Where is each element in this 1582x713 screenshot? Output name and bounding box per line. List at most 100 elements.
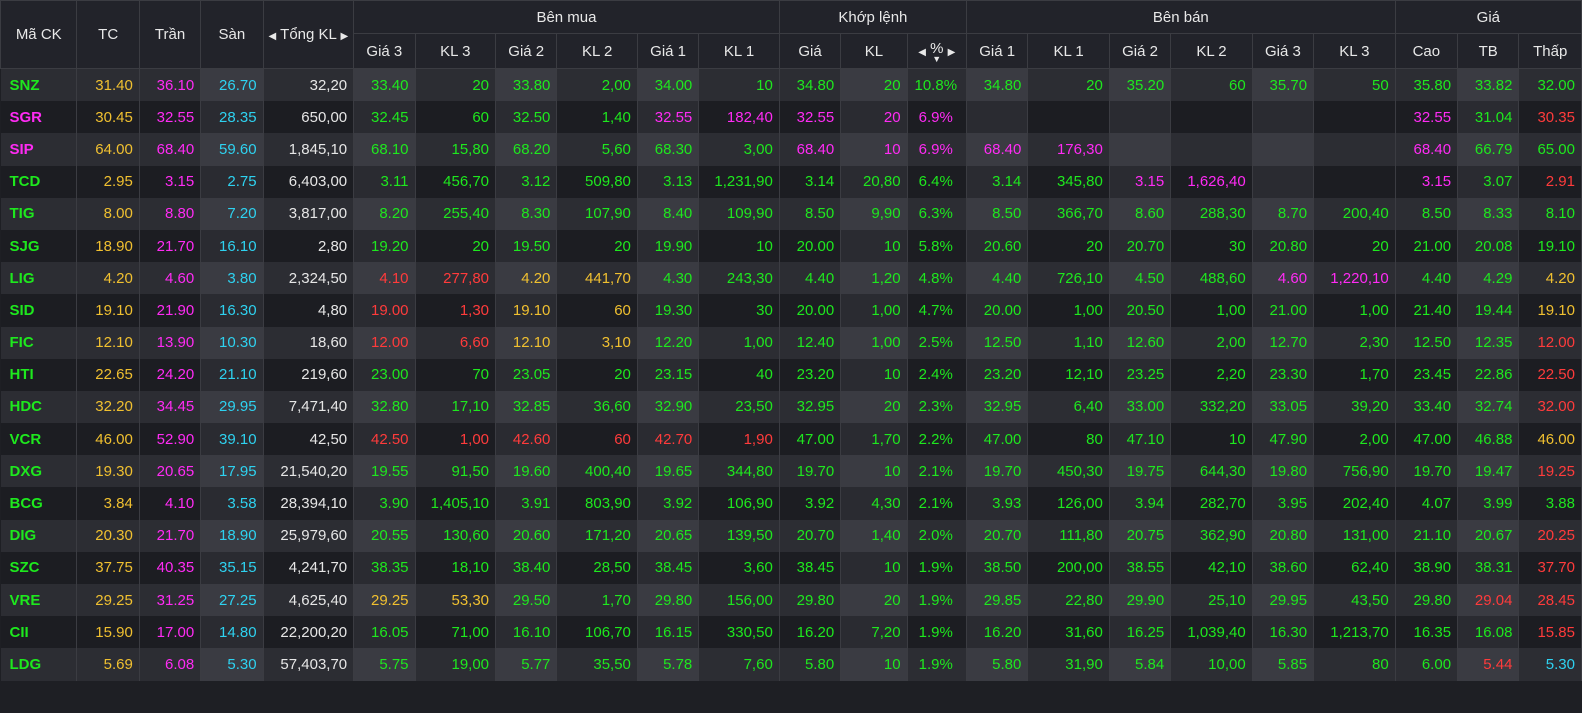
cell-symbol[interactable]: DIG <box>0 519 78 552</box>
cell-sell-vol-3: 756,90 <box>1313 455 1396 488</box>
cell-match-volume: 10 <box>840 551 908 584</box>
table-row[interactable]: DIG 20.30 21.70 18.90 25,979,60 20.55 130,60 20… <box>0 519 1582 552</box>
col-buy-3[interactable]: Giá 2 <box>495 33 558 69</box>
col-tc[interactable]: TC <box>76 0 140 69</box>
cell-sell-price-3: 35.70 <box>1252 68 1315 102</box>
cell-match-price: 19.70 <box>779 455 842 488</box>
col-price-1[interactable]: Cao <box>1394 33 1459 69</box>
cell-symbol[interactable]: BCG <box>0 487 78 520</box>
cell-symbol[interactable]: FIC <box>0 326 78 359</box>
table-row[interactable]: SID 19.10 21.90 16.30 4,80 19.00 1,30 19.10 60 19… <box>0 294 1582 327</box>
cell-avg: 22.86 <box>1457 358 1520 391</box>
cell-symbol[interactable]: CII <box>0 616 78 649</box>
triangle-right-icon[interactable]: ▶ <box>948 47 956 58</box>
table-row[interactable]: VRE 29.25 31.25 27.25 4,625,40 29.25 53,30 29.5… <box>0 584 1582 617</box>
cell-symbol[interactable]: TIG <box>0 197 78 230</box>
cell-sell-vol-1: 111,80 <box>1027 519 1110 552</box>
col-san[interactable]: Sàn <box>200 0 264 69</box>
cell-buy-vol-3: 15,80 <box>415 133 497 166</box>
table-row[interactable]: SGR 30.45 32.55 28.35 650,00 32.45 60 32.50 1,40… <box>0 101 1582 134</box>
cell-symbol[interactable]: SJG <box>0 229 78 263</box>
col-sell-1[interactable]: Giá 1 <box>965 33 1029 69</box>
col-tong-kl[interactable]: ◀ Tổng KL ▶ <box>262 0 355 69</box>
cell-sell-vol-1: 726,10 <box>1027 262 1110 295</box>
cell-buy-price-3: 23.00 <box>353 358 416 391</box>
cell-sell-price-2: 23.25 <box>1109 358 1172 391</box>
table-row[interactable]: SNZ 31.40 36.10 26.70 32,20 33.40 20 33.80 2,00 3… <box>0 68 1582 102</box>
col-buy-5[interactable]: Giá 1 <box>636 33 700 69</box>
col-price-2[interactable]: TB <box>1457 33 1520 69</box>
cell-symbol[interactable]: SID <box>0 294 78 327</box>
cell-sell-vol-2: 60 <box>1170 68 1253 102</box>
cell-symbol[interactable]: LIG <box>0 262 78 295</box>
cell-buy-vol-2: 106,70 <box>556 616 638 649</box>
table-row[interactable]: HTI 22.65 24.20 21.10 219,60 23.00 70 23.05 20 23… <box>0 358 1582 391</box>
cell-low: 30.35 <box>1518 101 1582 134</box>
table-row[interactable]: LIG 4.20 4.60 3.80 2,324,50 4.10 277,80 4.20 441… <box>0 262 1582 295</box>
col-sell-5[interactable]: Giá 3 <box>1251 33 1315 69</box>
cell-sell-price-1: 20.70 <box>966 519 1029 552</box>
col-match-volume[interactable]: KL <box>840 33 908 69</box>
cell-match-percent: 1.9% <box>907 616 967 649</box>
cell-buy-price-2: 3.12 <box>495 165 558 198</box>
table-row[interactable]: LDG 5.69 6.08 5.30 57,403,70 5.75 19,00 5.77 35,… <box>0 648 1582 681</box>
col-buy-1[interactable]: Giá 3 <box>353 33 416 69</box>
cell-tran: 24.20 <box>139 358 202 391</box>
cell-sell-vol-2 <box>1170 101 1253 134</box>
cell-symbol[interactable]: LDG <box>0 648 78 681</box>
cell-symbol[interactable]: SZC <box>0 551 78 584</box>
cell-buy-vol-3: 255,40 <box>415 197 497 230</box>
cell-symbol[interactable]: SIP <box>0 133 78 166</box>
col-match-percent[interactable]: ◀ % ▼ ▶ <box>906 33 967 69</box>
cell-buy-price-2: 4.20 <box>495 262 558 295</box>
table-row[interactable]: TIG 8.00 8.80 7.20 3,817,00 8.20 255,40 8.30 107… <box>0 197 1582 230</box>
triangle-left-icon[interactable]: ◀ <box>269 31 277 42</box>
cell-symbol[interactable]: HDC <box>0 390 78 424</box>
col-buy-2[interactable]: KL 3 <box>414 33 497 69</box>
table-row[interactable]: SIP 64.00 68.40 59.60 1,845,10 68.10 15,80 68.2… <box>0 133 1582 166</box>
table-row[interactable]: SZC 37.75 40.35 35.15 4,241,70 38.35 18,10 38.4… <box>0 551 1582 584</box>
col-ma-ck[interactable]: Mã CK <box>0 0 78 69</box>
cell-symbol[interactable]: VCR <box>0 423 78 456</box>
cell-buy-vol-1: 344,80 <box>698 455 780 488</box>
table-row[interactable]: CII 15.90 17.00 14.80 22,200,20 16.05 71,00 16.… <box>0 616 1582 649</box>
table-row[interactable]: VCR 46.00 52.90 39.10 42,50 42.50 1,00 42.60 60 4… <box>0 423 1582 456</box>
cell-buy-vol-3: 19,00 <box>415 648 497 681</box>
group-gia: Giá <box>1394 0 1582 34</box>
cell-buy-price-1: 19.30 <box>637 294 700 327</box>
cell-match-volume: 10 <box>840 455 908 488</box>
table-row[interactable]: BCG 3.84 4.10 3.58 28,394,10 3.90 1,405,10 3.91… <box>0 487 1582 520</box>
cell-symbol[interactable]: TCD <box>0 165 78 198</box>
cell-symbol[interactable]: HTI <box>0 358 78 391</box>
cell-buy-vol-2: 28,50 <box>556 551 638 584</box>
col-price-3[interactable]: Thấp <box>1518 33 1582 69</box>
cell-symbol[interactable]: DXG <box>0 455 78 488</box>
col-sell-6[interactable]: KL 3 <box>1313 33 1396 69</box>
cell-symbol[interactable]: SNZ <box>0 68 78 102</box>
col-match-price[interactable]: Giá <box>778 33 842 69</box>
cell-buy-price-3: 3.90 <box>353 487 416 520</box>
triangle-left-icon[interactable]: ◀ <box>918 47 926 58</box>
col-sell-4[interactable]: KL 2 <box>1170 33 1253 69</box>
col-tran[interactable]: Trần <box>138 0 202 69</box>
cell-symbol[interactable]: VRE <box>0 584 78 617</box>
cell-buy-price-3: 19.55 <box>353 455 416 488</box>
col-buy-4[interactable]: KL 2 <box>556 33 638 69</box>
cell-match-percent: 1.9% <box>907 648 967 681</box>
triangle-right-icon[interactable]: ▶ <box>340 31 348 42</box>
cell-tong-kl: 1,845,10 <box>263 133 355 166</box>
cell-tong-kl: 32,20 <box>263 68 355 102</box>
cell-buy-vol-3: 6,60 <box>415 326 497 359</box>
col-sell-3[interactable]: Giá 2 <box>1108 33 1172 69</box>
table-row[interactable]: FIC 12.10 13.90 10.30 18,60 12.00 6,60 12.10 3,1… <box>0 326 1582 359</box>
col-sell-2[interactable]: KL 1 <box>1027 33 1110 69</box>
cell-tc: 31.40 <box>76 68 140 102</box>
cell-symbol[interactable]: SGR <box>0 101 78 134</box>
cell-tc: 8.00 <box>76 197 140 230</box>
col-buy-6[interactable]: KL 1 <box>698 33 780 69</box>
table-row[interactable]: TCD 2.95 3.15 2.75 6,403,00 3.11 456,70 3.12 509… <box>0 165 1582 198</box>
cell-buy-vol-1: 10 <box>698 68 780 102</box>
table-row[interactable]: HDC 32.20 34.45 29.95 7,471,40 32.80 17,10 32.8… <box>0 390 1582 424</box>
table-row[interactable]: DXG 19.30 20.65 17.95 21,540,20 19.55 91,50 19.… <box>0 455 1582 488</box>
table-row[interactable]: SJG 18.90 21.70 16.10 2,80 19.20 20 19.50 20 19.9… <box>0 229 1582 263</box>
